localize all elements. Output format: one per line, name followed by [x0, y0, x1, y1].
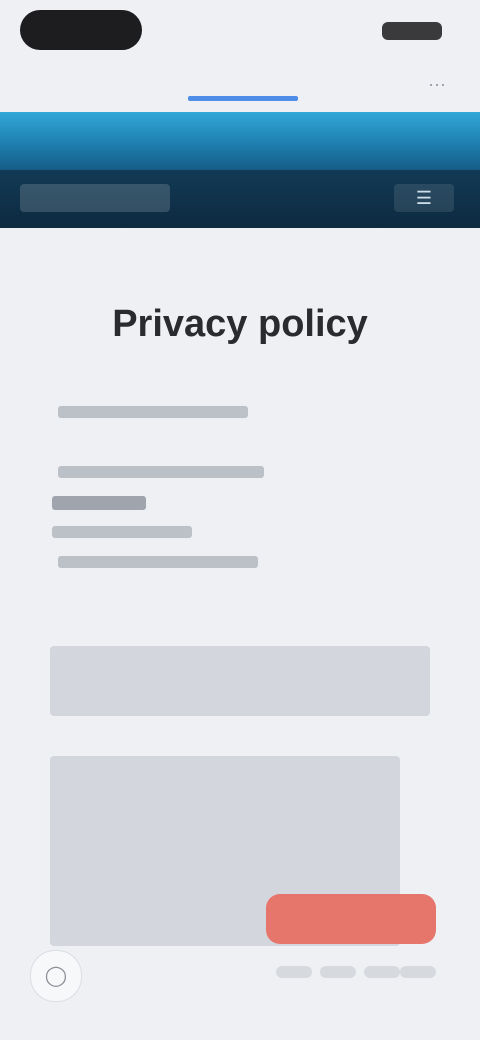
status-bar — [0, 0, 480, 58]
meta-line — [52, 526, 192, 538]
paragraph-block — [50, 646, 430, 716]
bottom-toolbar — [276, 962, 436, 982]
site-header-banner — [0, 112, 480, 170]
meta-line — [58, 406, 248, 418]
chat-icon[interactable]: ◯ — [30, 950, 82, 1002]
phone-screen: ⋯ ☰ Privacy policy ◯ — [0, 0, 480, 1040]
share-icon[interactable]: ⋯ — [426, 74, 448, 96]
url-text[interactable] — [186, 72, 302, 96]
meta-line — [52, 496, 146, 510]
url-underline — [188, 96, 298, 101]
battery-icon — [382, 22, 442, 40]
toolbar-item[interactable] — [364, 966, 400, 978]
page-title: Privacy policy — [112, 303, 368, 345]
cta-button[interactable] — [266, 894, 436, 944]
toolbar-item[interactable] — [320, 966, 356, 978]
meta-line — [58, 556, 258, 568]
browser-url-bar[interactable]: ⋯ — [0, 58, 480, 112]
toolbar-item[interactable] — [400, 966, 436, 978]
menu-icon[interactable]: ☰ — [394, 184, 454, 212]
site-logo[interactable] — [20, 184, 170, 212]
toolbar-item[interactable] — [276, 966, 312, 978]
dynamic-island — [20, 10, 142, 50]
site-navigation: ☰ — [0, 170, 480, 228]
meta-line — [58, 466, 264, 478]
